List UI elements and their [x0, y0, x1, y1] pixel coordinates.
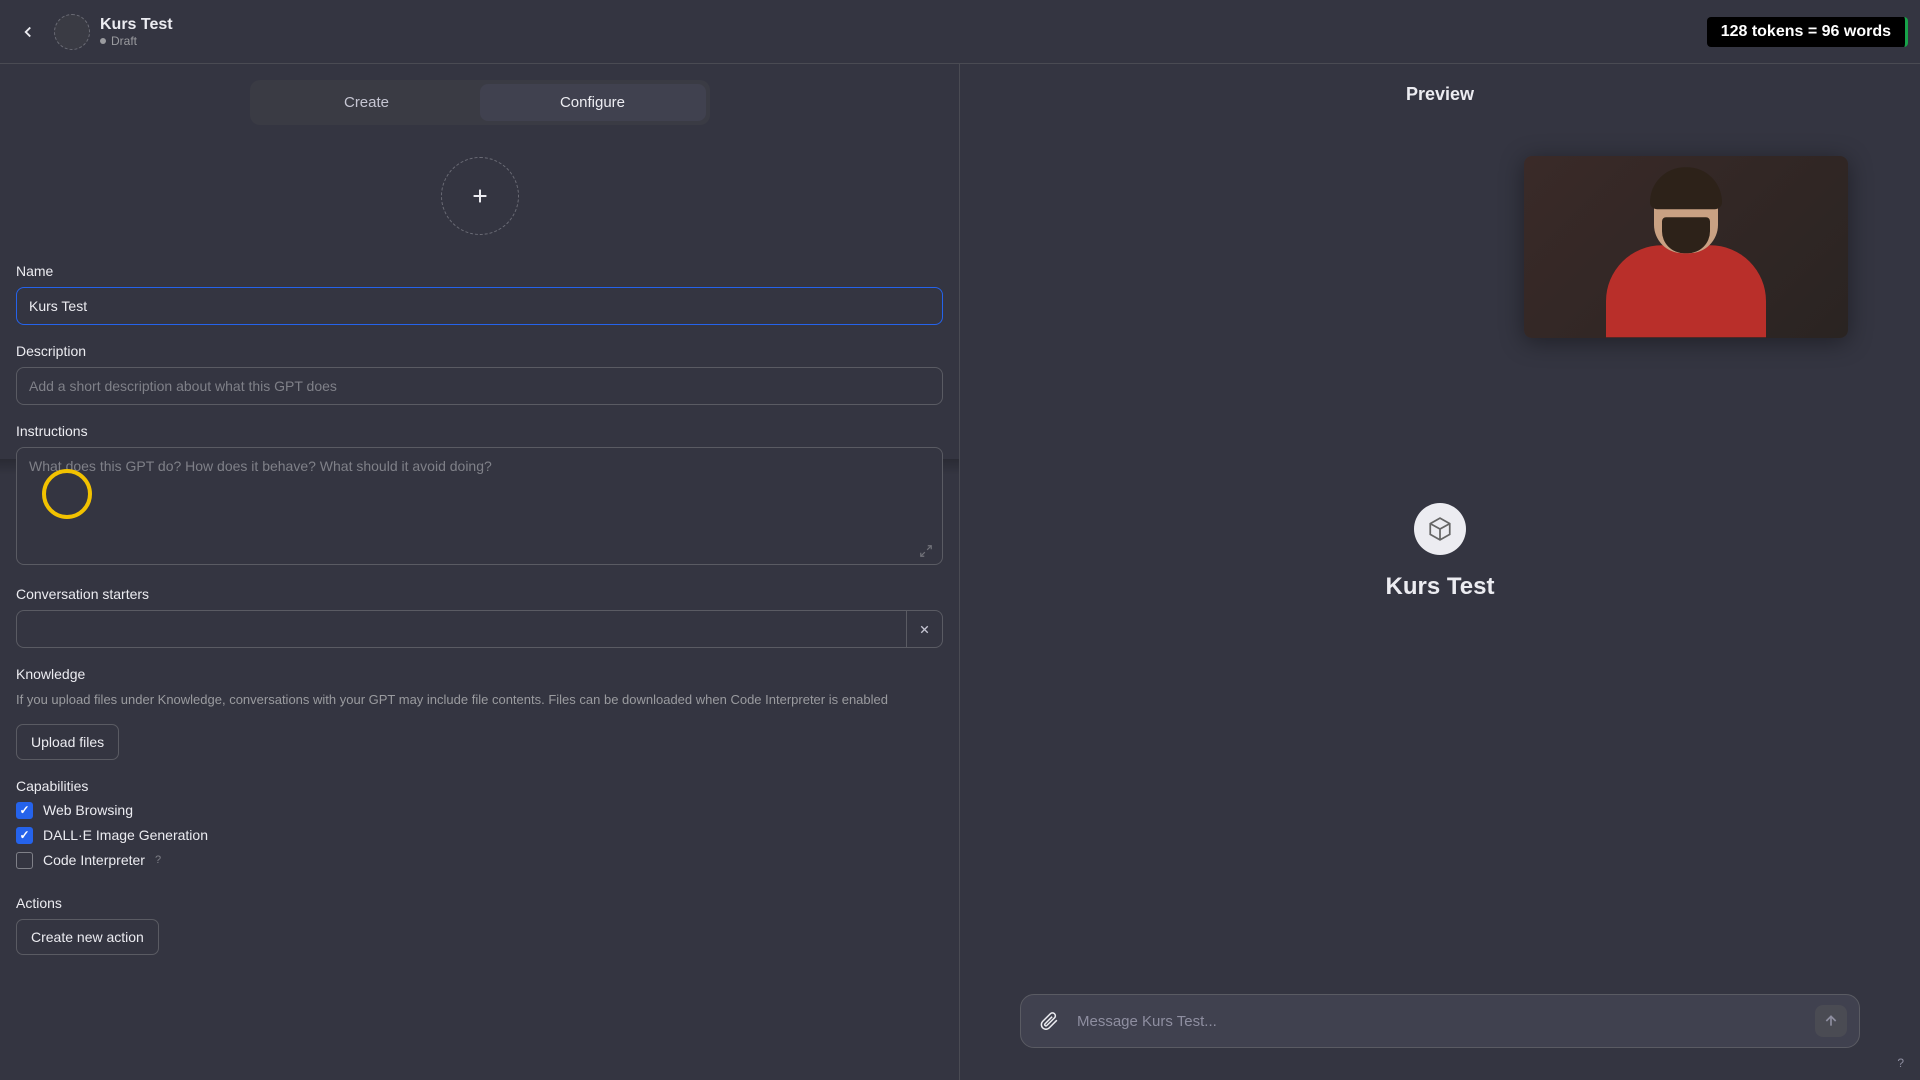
chat-input: [1020, 994, 1860, 1048]
info-icon[interactable]: ?: [155, 854, 161, 866]
webcam-overlay: [1524, 156, 1848, 338]
paperclip-icon: [1039, 1011, 1059, 1031]
tab-configure[interactable]: Configure: [480, 84, 706, 121]
checkbox-dalle[interactable]: [16, 827, 33, 844]
knowledge-desc: If you upload files under Knowledge, con…: [16, 690, 943, 710]
gpt-avatar-placeholder: [54, 14, 90, 50]
capability-label: Code Interpreter: [43, 852, 145, 868]
capability-row-dalle: DALL·E Image Generation: [16, 827, 943, 844]
instructions-input[interactable]: [16, 447, 943, 565]
header-left: Kurs Test Draft: [12, 14, 173, 50]
preview-gpt-icon: [1414, 503, 1466, 555]
upload-avatar-button[interactable]: [441, 157, 519, 235]
attach-button[interactable]: [1033, 1005, 1065, 1037]
name-section: Name: [0, 263, 959, 343]
send-button[interactable]: [1815, 1005, 1847, 1037]
arrow-up-icon: [1823, 1013, 1839, 1029]
status-row: Draft: [100, 34, 173, 48]
help-button[interactable]: ?: [1897, 1056, 1904, 1070]
name-label: Name: [16, 263, 943, 279]
tab-create[interactable]: Create: [254, 84, 480, 121]
knowledge-section: Knowledge If you upload files under Know…: [0, 666, 959, 778]
starters-section: Conversation starters: [0, 586, 959, 666]
title-area: Kurs Test Draft: [100, 16, 173, 48]
name-input[interactable]: [16, 287, 943, 325]
knowledge-label: Knowledge: [16, 666, 943, 682]
status-text: Draft: [111, 34, 137, 48]
chevron-left-icon: [19, 23, 37, 41]
preview-title: Kurs Test: [1386, 573, 1495, 601]
capability-row-web-browsing: Web Browsing: [16, 802, 943, 819]
chat-message-input[interactable]: [1077, 1013, 1803, 1030]
tabs-wrap: Create Configure: [0, 64, 959, 149]
avatar-upload-wrap: [0, 149, 959, 263]
gpt-title: Kurs Test: [100, 16, 173, 34]
description-label: Description: [16, 343, 943, 359]
starter-input[interactable]: [16, 610, 907, 648]
header: Kurs Test Draft 128 tokens = 96 words: [0, 0, 1920, 64]
create-action-button[interactable]: Create new action: [16, 919, 159, 955]
capabilities-section: Capabilities Web Browsing DALL·E Image G…: [0, 778, 959, 895]
tab-group: Create Configure: [250, 80, 710, 125]
capability-label: DALL·E Image Generation: [43, 827, 208, 843]
configure-panel: Create Configure Name Description Instru…: [0, 64, 960, 1080]
upload-files-button[interactable]: Upload files: [16, 724, 119, 760]
plus-icon: [469, 185, 491, 207]
checkbox-code-interpreter[interactable]: [16, 852, 33, 869]
expand-icon[interactable]: [919, 544, 933, 558]
actions-label: Actions: [16, 895, 943, 911]
preview-panel: Preview Kurs Test ?: [960, 64, 1920, 1080]
capability-row-code-interpreter: Code Interpreter ?: [16, 852, 943, 869]
main-split: Create Configure Name Description Instru…: [0, 64, 1920, 1080]
webcam-person: [1606, 173, 1766, 337]
instructions-label: Instructions: [16, 423, 943, 439]
capabilities-label: Capabilities: [16, 778, 943, 794]
chat-input-wrap: [960, 978, 1920, 1080]
token-counter-badge: 128 tokens = 96 words: [1707, 17, 1908, 47]
x-icon: [918, 623, 931, 636]
instructions-section: Instructions: [0, 423, 959, 586]
preview-heading: Preview: [960, 64, 1920, 125]
remove-starter-button[interactable]: [907, 610, 943, 648]
starter-row: [16, 610, 943, 648]
checkbox-web-browsing[interactable]: [16, 802, 33, 819]
description-input[interactable]: [16, 367, 943, 405]
box-icon: [1427, 516, 1453, 542]
back-button[interactable]: [12, 16, 44, 48]
actions-section: Actions Create new action: [0, 895, 959, 973]
starters-label: Conversation starters: [16, 586, 943, 602]
capability-label: Web Browsing: [43, 802, 133, 818]
description-section: Description: [0, 343, 959, 423]
status-dot-icon: [100, 38, 106, 44]
instructions-wrap: [16, 447, 943, 568]
